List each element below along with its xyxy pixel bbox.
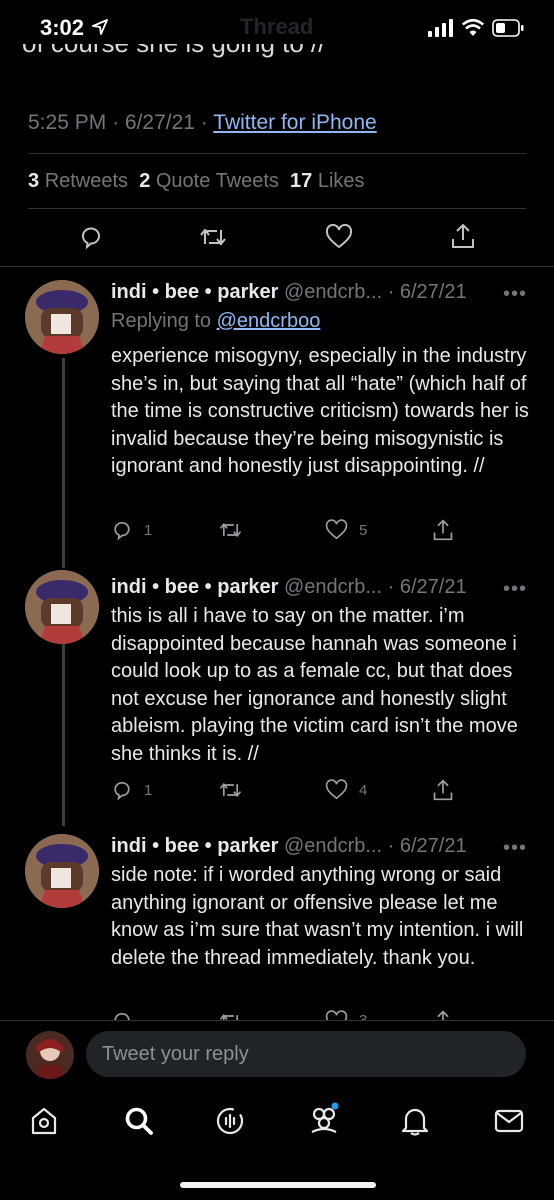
avatar-image (25, 834, 99, 908)
bottom-nav (0, 1100, 554, 1150)
divider (28, 208, 526, 209)
tweet-date: 6/27/21 (124, 111, 195, 134)
reply-icon[interactable] (111, 519, 133, 541)
reply-icon[interactable] (78, 224, 104, 250)
author-name: indi • bee • parker (111, 281, 279, 303)
reply-input[interactable]: Tweet your reply (86, 1031, 526, 1077)
like-count: 3 (359, 1012, 367, 1020)
quotes-stat[interactable]: 2 Quote Tweets (139, 170, 279, 192)
share-icon[interactable] (432, 518, 454, 542)
replying-to: Replying to @endcrboo (111, 310, 321, 332)
search-icon[interactable] (124, 1106, 154, 1136)
share-icon[interactable] (432, 1010, 454, 1020)
tweet-meta: 5:25 PM · 6/27/21 · Twitter for iPhone (28, 111, 377, 134)
reply-tweet[interactable]: indi • bee • parker @endcrb... · 6/27/21… (0, 556, 554, 818)
retweet-icon[interactable] (218, 779, 243, 801)
share-icon[interactable] (450, 222, 476, 250)
retweet-icon[interactable] (218, 1010, 243, 1020)
tweet-stats: 3 Retweets 2 Quote Tweets 17 Likes (28, 170, 365, 193)
communities-icon[interactable] (306, 1102, 342, 1136)
spaces-icon[interactable] (215, 1106, 245, 1136)
more-icon[interactable]: ••• (503, 578, 527, 601)
avatar[interactable] (25, 280, 99, 354)
reply-text: experience misogyny, especially in the i… (111, 345, 529, 477)
reply-header: indi • bee • parker @endcrb... · 6/27/21 (111, 281, 467, 304)
signal-icon (428, 19, 453, 37)
more-icon[interactable]: ••• (503, 283, 527, 306)
my-avatar[interactable] (26, 1031, 74, 1079)
reply-date: · 6/27/21 (387, 576, 467, 598)
author-handle: @endcrb... (283, 835, 383, 857)
reply-text: this is all i have to say on the matter.… (111, 605, 518, 765)
status-time: 3:02 (40, 15, 85, 40)
more-icon[interactable]: ••• (503, 837, 527, 860)
share-icon[interactable] (432, 778, 454, 802)
reply-count: 1 (144, 522, 153, 539)
reply-date: · 6/27/21 (387, 281, 467, 303)
reply-actions: 1 5 (0, 519, 554, 543)
divider (28, 153, 526, 154)
my-avatar-image (26, 1031, 74, 1079)
retweet-icon[interactable] (218, 519, 243, 541)
reply-tweet[interactable]: indi • bee • parker @endcrb... · 6/27/21… (0, 818, 554, 1020)
reply-icon[interactable] (111, 1010, 133, 1020)
status-icons (428, 19, 524, 37)
like-count: 5 (359, 522, 368, 539)
home-indicator (180, 1182, 376, 1188)
reply-header: indi • bee • parker @endcrb... · 6/27/21 (111, 835, 467, 858)
tweet-time: 5:25 PM (28, 111, 107, 134)
replying-to-link[interactable]: @endcrboo (217, 310, 321, 332)
battery-icon (492, 19, 524, 37)
reply-tweet[interactable]: indi • bee • parker @endcrb... · 6/27/21… (0, 266, 554, 556)
location-arrow-icon (92, 19, 108, 35)
reply-icon[interactable] (111, 779, 133, 801)
avatar-image (25, 280, 99, 354)
author-handle: @endcrb... (283, 576, 383, 598)
wifi-icon (462, 19, 484, 36)
retweets-stat[interactable]: 3 Retweets (28, 170, 128, 192)
reply-count: 1 (144, 782, 153, 799)
like-count: 4 (359, 782, 368, 799)
like-icon[interactable] (325, 1010, 348, 1020)
avatar-image (25, 570, 99, 644)
reply-actions: 3 (0, 1010, 554, 1020)
reply-date: · 6/27/21 (387, 835, 467, 857)
tweet-actions (0, 218, 554, 258)
notifications-icon[interactable] (401, 1106, 429, 1136)
like-icon[interactable] (325, 779, 348, 801)
reply-actions: 1 4 (0, 779, 554, 803)
reply-header: indi • bee • parker @endcrb... · 6/27/21 (111, 576, 467, 599)
header-title: Thread (240, 14, 314, 39)
home-icon[interactable] (30, 1106, 58, 1136)
likes-stat[interactable]: 17 Likes (290, 170, 365, 192)
like-icon[interactable] (325, 224, 353, 250)
reply-text: side note: if i worded anything wrong or… (111, 864, 524, 969)
avatar[interactable] (25, 570, 99, 644)
author-name: indi • bee • parker (111, 576, 279, 598)
author-name: indi • bee • parker (111, 835, 279, 857)
retweet-icon[interactable] (198, 224, 228, 250)
tweet-source-link[interactable]: Twitter for iPhone (213, 111, 376, 134)
like-icon[interactable] (325, 519, 348, 541)
messages-icon[interactable] (494, 1108, 524, 1134)
author-handle: @endcrb... (283, 281, 383, 303)
avatar[interactable] (25, 834, 99, 908)
main-tweet-text: of course she is going to // (22, 44, 326, 72)
